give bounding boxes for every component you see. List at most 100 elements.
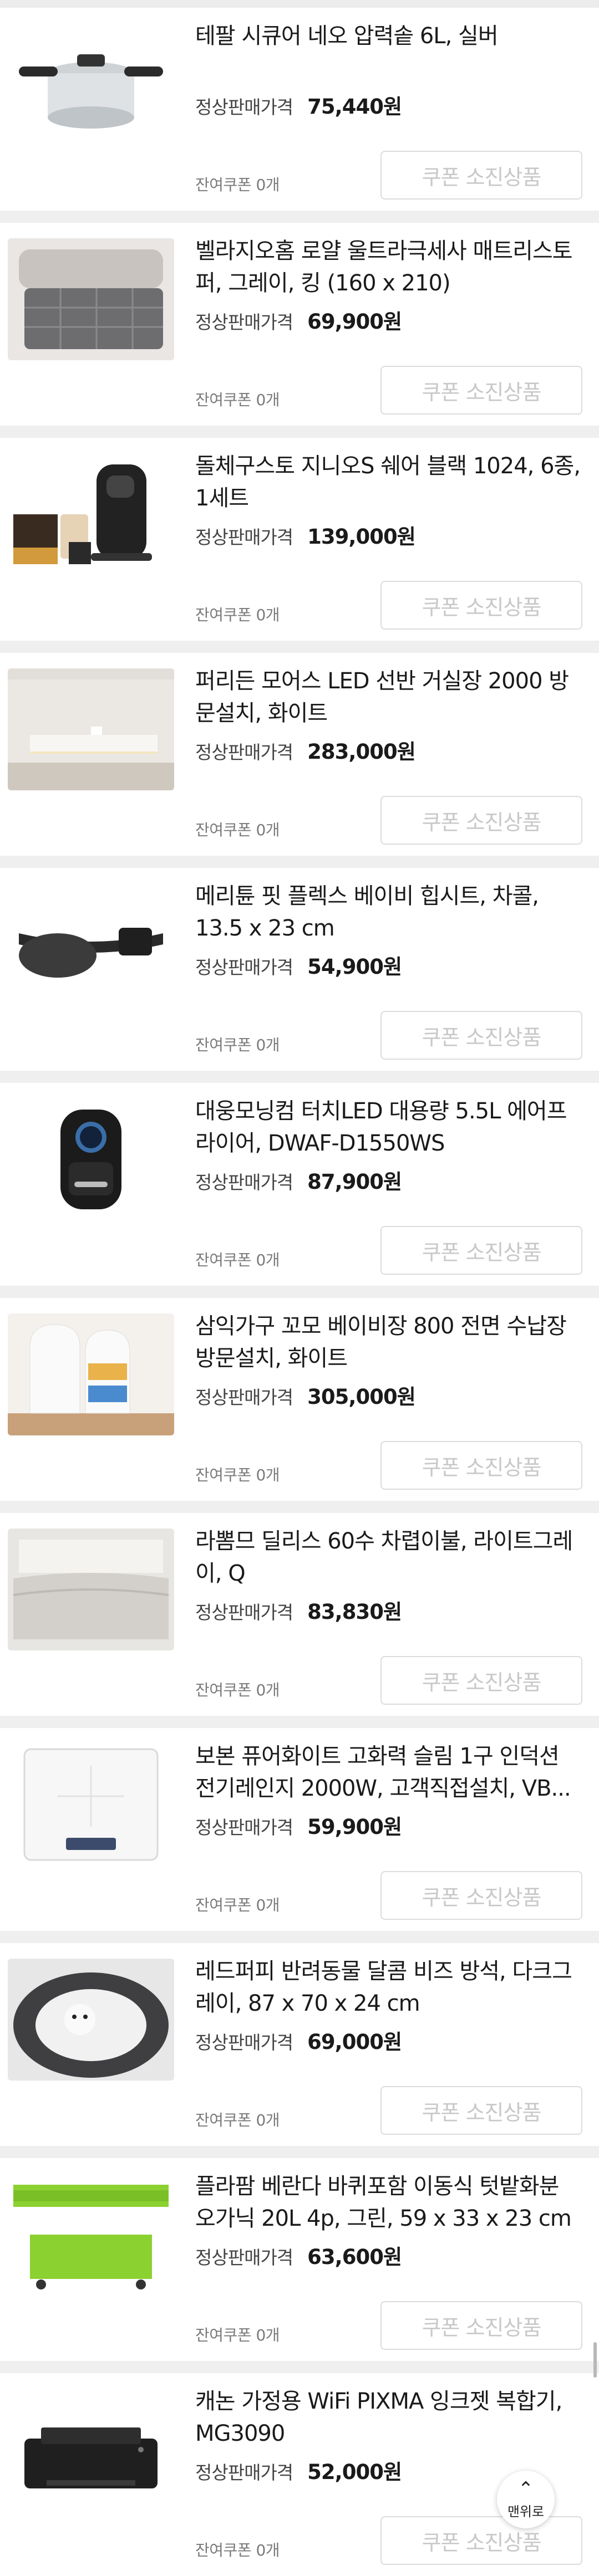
price-label: 정상판매가격 bbox=[195, 1817, 293, 1838]
product-list: 테팔 시큐어 네오 압력솥 6L, 실버정상판매가격 75,440원잔여쿠폰 0개… bbox=[0, 8, 599, 2576]
price-label: 정상판매가격 bbox=[195, 96, 293, 118]
product-price: 87,900원 bbox=[307, 1170, 402, 1194]
item-divider bbox=[0, 2146, 599, 2158]
remaining-coupon: 잔여쿠폰 0개 bbox=[195, 1681, 280, 1699]
scroll-to-top-button[interactable]: ⌃ 맨위로 bbox=[497, 2471, 555, 2528]
coupon-soldout-button[interactable]: 쿠폰 소진상품 bbox=[380, 2086, 582, 2135]
remaining-coupon: 잔여쿠폰 0개 bbox=[195, 391, 280, 409]
price-label: 정상판매가격 bbox=[195, 311, 293, 333]
product-title[interactable]: 벨라지오홈 로얄 울트라극세사 매트리스토퍼, 그레이, 킹 (160 x 21… bbox=[195, 235, 583, 299]
scrollbar[interactable] bbox=[593, 2342, 597, 2378]
product-item[interactable]: 보본 퓨어화이트 고화력 슬림 1구 인덕션 전기레인지 2000W, 고객직접… bbox=[0, 1728, 599, 1931]
product-title[interactable]: 퍼리든 모어스 LED 선반 거실장 2000 방문설치, 화이트 bbox=[195, 665, 583, 729]
remaining-coupon: 잔여쿠폰 0개 bbox=[195, 2111, 280, 2129]
product-item[interactable]: 라뽐므 딜리스 60수 차렵이불, 라이트그레이, Q 정상판매가격 83,830원… bbox=[0, 1513, 599, 1716]
product-title[interactable]: 테팔 시큐어 네오 압력솥 6L, 실버 bbox=[195, 20, 583, 52]
product-title[interactable]: 돌체구스토 지니오S 쉐어 블랙 1024, 6종, 1세트 bbox=[195, 450, 583, 514]
product-title[interactable]: 레드퍼피 반려동물 달콤 비즈 방석, 다크그레이, 87 x 70 x 24 … bbox=[195, 1955, 583, 2020]
product-item[interactable]: 대웅모닝컴 터치LED 대용량 5.5L 에어프라이어, DWAF-D1550W… bbox=[0, 1083, 599, 1286]
product-item[interactable]: 레드퍼피 반려동물 달콤 비즈 방석, 다크그레이, 87 x 70 x 24 … bbox=[0, 1943, 599, 2146]
coupon-soldout-button[interactable]: 쿠폰 소진상품 bbox=[380, 366, 582, 415]
coupon-soldout-button[interactable]: 쿠폰 소진상품 bbox=[380, 2516, 582, 2565]
coupon-soldout-button[interactable]: 쿠폰 소진상품 bbox=[380, 1226, 582, 1275]
item-divider bbox=[0, 641, 599, 653]
product-image[interactable] bbox=[8, 883, 174, 1005]
price-label: 정상판매가격 bbox=[195, 2032, 293, 2053]
product-price: 75,440원 bbox=[307, 95, 402, 119]
product-item[interactable]: 테팔 시큐어 네오 압력솥 6L, 실버 정상판매가격 75,440원 잔여쿠폰 0개… bbox=[0, 8, 599, 211]
price-row: 정상판매가격 63,600원 bbox=[195, 2240, 402, 2270]
product-item[interactable]: 퍼리든 모어스 LED 선반 거실장 2000 방문설치, 화이트정상판매가격 2… bbox=[0, 653, 599, 856]
remaining-coupon: 잔여쿠폰 0개 bbox=[195, 1251, 280, 1269]
remaining-coupon: 잔여쿠폰 0개 bbox=[195, 1466, 280, 1484]
coupon-soldout-button[interactable]: 쿠폰 소진상품 bbox=[380, 1656, 582, 1705]
price-label: 정상판매가격 bbox=[195, 1172, 293, 1193]
price-label: 정상판매가격 bbox=[195, 2462, 293, 2483]
product-price: 54,900원 bbox=[307, 955, 402, 979]
item-divider bbox=[0, 856, 599, 868]
price-row: 정상판매가격 139,000원 bbox=[195, 520, 416, 550]
product-title[interactable]: 플라팜 베란다 바퀴포함 이동식 텃밭화분 오가닉 20L 4p, 그린, 59… bbox=[195, 2170, 583, 2235]
coupon-soldout-button[interactable]: 쿠폰 소진상품 bbox=[380, 581, 582, 630]
product-item[interactable]: 플라팜 베란다 바퀴포함 이동식 텃밭화분 오가닉 20L 4p, 그린, 59… bbox=[0, 2158, 599, 2361]
price-row: 정상판매가격 59,900원 bbox=[195, 1810, 402, 1840]
remaining-coupon: 잔여쿠폰 0개 bbox=[195, 2541, 280, 2559]
product-title[interactable]: 대웅모닝컴 터치LED 대용량 5.5L 에어프라이어, DWAF-D1550W… bbox=[195, 1095, 583, 1159]
product-price: 63,600원 bbox=[307, 2245, 402, 2269]
price-label: 정상판매가격 bbox=[195, 527, 293, 548]
product-image[interactable] bbox=[8, 1744, 174, 1865]
item-divider bbox=[0, 211, 599, 223]
coupon-soldout-button[interactable]: 쿠폰 소진상품 bbox=[380, 2301, 582, 2350]
product-price: 52,000원 bbox=[307, 2460, 402, 2484]
price-row: 정상판매가격 283,000원 bbox=[195, 735, 416, 765]
item-divider bbox=[0, 1716, 599, 1728]
product-item[interactable]: 캐논 가정용 WiFi PIXMA 잉크젯 복합기, MG3090 정상판매가격 5… bbox=[0, 2373, 599, 2576]
product-title[interactable]: 삼익가구 꼬모 베이비장 800 전면 수납장 방문설치, 화이트 bbox=[195, 1310, 583, 1374]
product-title[interactable]: 라뽐므 딜리스 60수 차렵이불, 라이트그레이, Q bbox=[195, 1525, 583, 1589]
product-image[interactable] bbox=[8, 1959, 174, 2081]
price-row: 정상판매가격 69,000원 bbox=[195, 2025, 402, 2055]
price-row: 정상판매가격 54,900원 bbox=[195, 950, 402, 980]
product-image[interactable] bbox=[8, 23, 174, 145]
coupon-soldout-button[interactable]: 쿠폰 소진상품 bbox=[380, 1871, 582, 1920]
product-image[interactable] bbox=[8, 1313, 174, 1435]
product-price: 69,900원 bbox=[307, 310, 402, 334]
product-price: 69,000원 bbox=[307, 2030, 402, 2054]
coupon-soldout-button[interactable]: 쿠폰 소진상품 bbox=[380, 1011, 582, 1060]
arrow-up-icon: ⌃ bbox=[517, 2477, 534, 2500]
item-divider bbox=[0, 1501, 599, 1513]
product-image[interactable] bbox=[8, 2174, 174, 2296]
price-label: 정상판매가격 bbox=[195, 957, 293, 978]
product-title[interactable]: 캐논 가정용 WiFi PIXMA 잉크젯 복합기, MG3090 bbox=[195, 2385, 583, 2450]
price-row: 정상판매가격 52,000원 bbox=[195, 2455, 402, 2485]
coupon-soldout-button[interactable]: 쿠폰 소진상품 bbox=[380, 796, 582, 845]
product-image[interactable] bbox=[8, 2389, 174, 2511]
product-image[interactable] bbox=[8, 453, 174, 575]
coupon-soldout-button[interactable]: 쿠폰 소진상품 bbox=[380, 1441, 582, 1490]
product-image[interactable] bbox=[8, 668, 174, 790]
item-divider bbox=[0, 1071, 599, 1083]
remaining-coupon: 잔여쿠폰 0개 bbox=[195, 2326, 280, 2344]
product-title[interactable]: 보본 퓨어화이트 고화력 슬림 1구 인덕션 전기레인지 2000W, 고객직접… bbox=[195, 1740, 583, 1805]
product-item[interactable]: 삼익가구 꼬모 베이비장 800 전면 수납장 방문설치, 화이트정상판매가격 3… bbox=[0, 1298, 599, 1501]
product-item[interactable]: 메리튠 핏 플렉스 베이비 힙시트, 차콜, 13.5 x 23 cm 정상판매가… bbox=[0, 868, 599, 1071]
product-image[interactable] bbox=[8, 238, 174, 360]
item-divider bbox=[0, 1286, 599, 1298]
product-price: 59,900원 bbox=[307, 1815, 402, 1839]
remaining-coupon: 잔여쿠폰 0개 bbox=[195, 1896, 280, 1914]
product-item[interactable]: 돌체구스토 지니오S 쉐어 블랙 1024, 6종, 1세트정상판매가격 139,… bbox=[0, 438, 599, 641]
item-divider bbox=[0, 426, 599, 438]
scroll-to-top-label: 맨위로 bbox=[507, 2503, 545, 2519]
price-row: 정상판매가격 305,000원 bbox=[195, 1380, 416, 1410]
product-price: 83,830원 bbox=[307, 1600, 402, 1624]
price-row: 정상판매가격 69,900원 bbox=[195, 305, 402, 335]
coupon-soldout-button[interactable]: 쿠폰 소진상품 bbox=[380, 151, 582, 200]
product-price: 139,000원 bbox=[307, 525, 416, 549]
product-image[interactable] bbox=[8, 1529, 174, 1650]
product-item[interactable]: 벨라지오홈 로얄 울트라극세사 매트리스토퍼, 그레이, 킹 (160 x 21… bbox=[0, 223, 599, 426]
item-divider bbox=[0, 1931, 599, 1943]
product-title[interactable]: 메리튠 핏 플렉스 베이비 힙시트, 차콜, 13.5 x 23 cm bbox=[195, 880, 583, 944]
price-row: 정상판매가격 75,440원 bbox=[195, 90, 402, 120]
product-price: 283,000원 bbox=[307, 740, 416, 764]
product-image[interactable] bbox=[8, 1098, 174, 1220]
